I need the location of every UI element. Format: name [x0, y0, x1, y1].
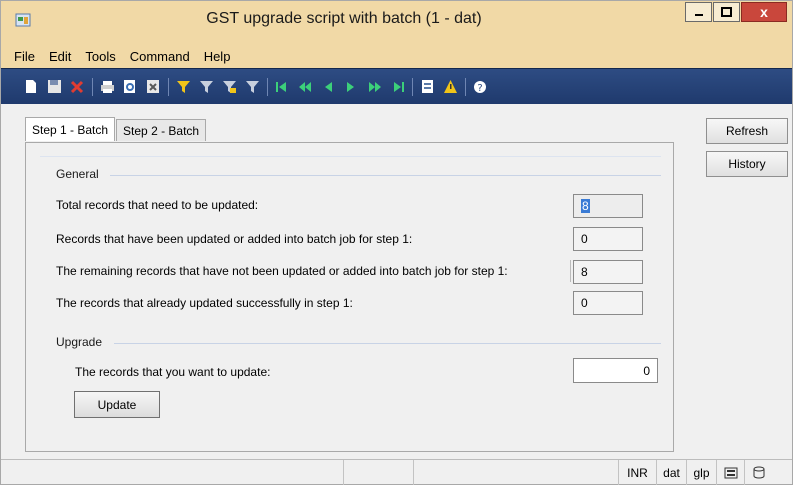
group-frame-line — [40, 156, 661, 157]
previous-page-icon[interactable] — [297, 79, 313, 95]
menu-tools[interactable]: Tools — [78, 49, 122, 64]
last-record-icon[interactable] — [389, 79, 405, 95]
close-icon: x — [760, 4, 768, 20]
next-page-icon[interactable] — [366, 79, 382, 95]
status-session-icon[interactable] — [717, 460, 745, 485]
filter-by-selection-icon[interactable] — [175, 79, 191, 95]
records-to-update-label: The records that you want to update: — [75, 365, 271, 379]
new-icon[interactable] — [23, 79, 39, 95]
update-button[interactable]: Update — [74, 391, 160, 418]
delete-icon[interactable] — [69, 79, 85, 95]
title-bar[interactable]: GST upgrade script with batch (1 - dat) … — [1, 1, 792, 44]
refresh-button[interactable]: Refresh — [706, 118, 788, 144]
alert-icon[interactable] — [442, 79, 458, 95]
toolbar-separator — [168, 77, 169, 96]
export-icon[interactable] — [145, 79, 161, 95]
svg-text:?: ? — [477, 83, 482, 94]
successful-records-label: The records that already updated success… — [56, 296, 353, 310]
toolbar-separator — [267, 77, 268, 96]
upgrade-group-heading: Upgrade — [56, 335, 107, 349]
window-title: GST upgrade script with batch (1 - dat) — [206, 10, 482, 27]
status-database-icon[interactable] — [745, 460, 773, 485]
save-icon[interactable] — [46, 79, 62, 95]
previous-record-icon[interactable] — [320, 79, 336, 95]
updated-records-field[interactable]: 0 — [573, 227, 643, 251]
first-record-icon[interactable] — [274, 79, 290, 95]
menu-bar: File Edit Tools Command Help — [1, 44, 792, 68]
remove-filter-icon[interactable] — [244, 79, 260, 95]
maximize-button[interactable] — [713, 2, 740, 22]
field-separator — [570, 260, 571, 282]
print-preview-icon[interactable] — [122, 79, 138, 95]
menu-edit[interactable]: Edit — [42, 49, 78, 64]
tab-strip: Step 1 - Batch Step 2 - Batch — [25, 117, 207, 142]
toolbar-separator — [412, 77, 413, 96]
status-layer[interactable]: glp — [687, 460, 717, 485]
close-button[interactable]: x — [741, 2, 787, 22]
history-button[interactable]: History — [706, 151, 788, 177]
status-company[interactable]: dat — [657, 460, 687, 485]
total-records-value: 8 — [581, 199, 590, 213]
print-icon[interactable] — [99, 79, 115, 95]
total-records-field[interactable]: 8 — [573, 194, 643, 218]
app-window: GST upgrade script with batch (1 - dat) … — [0, 0, 793, 485]
advanced-filter-icon[interactable] — [221, 79, 237, 95]
remaining-records-label: The remaining records that have not been… — [56, 264, 508, 278]
status-cell — [344, 460, 414, 485]
menu-file[interactable]: File — [7, 49, 42, 64]
help-icon[interactable]: ? — [472, 79, 488, 95]
menu-command[interactable]: Command — [123, 49, 197, 64]
toolbar: ? — [1, 68, 792, 104]
status-message — [1, 460, 344, 485]
status-cell — [414, 460, 619, 485]
form-content: Step 1 - Batch Step 2 - Batch General To… — [1, 104, 792, 459]
updated-records-label: Records that have been updated or added … — [56, 232, 413, 246]
minimize-button[interactable] — [685, 2, 712, 22]
menu-help[interactable]: Help — [197, 49, 238, 64]
total-records-label: Total records that need to be updated: — [56, 198, 259, 212]
status-bar: INR dat glp — [1, 459, 792, 485]
next-record-icon[interactable] — [343, 79, 359, 95]
toolbar-separator — [465, 77, 466, 96]
document-handling-icon[interactable] — [419, 79, 435, 95]
tab-panel: General Total records that need to be up… — [25, 142, 674, 452]
filter-by-grid-icon[interactable] — [198, 79, 214, 95]
records-to-update-input[interactable]: 0 — [573, 358, 658, 383]
upgrade-group-line — [114, 343, 661, 344]
general-group-line — [110, 175, 661, 176]
successful-records-field[interactable]: 0 — [573, 291, 643, 315]
tab-step-1-batch[interactable]: Step 1 - Batch — [25, 117, 116, 141]
remaining-records-field[interactable]: 8 — [573, 260, 643, 284]
status-currency[interactable]: INR — [619, 460, 657, 485]
tab-step-2-batch[interactable]: Step 2 - Batch — [116, 119, 207, 141]
general-group-heading: General — [56, 167, 103, 181]
toolbar-separator — [92, 77, 93, 96]
